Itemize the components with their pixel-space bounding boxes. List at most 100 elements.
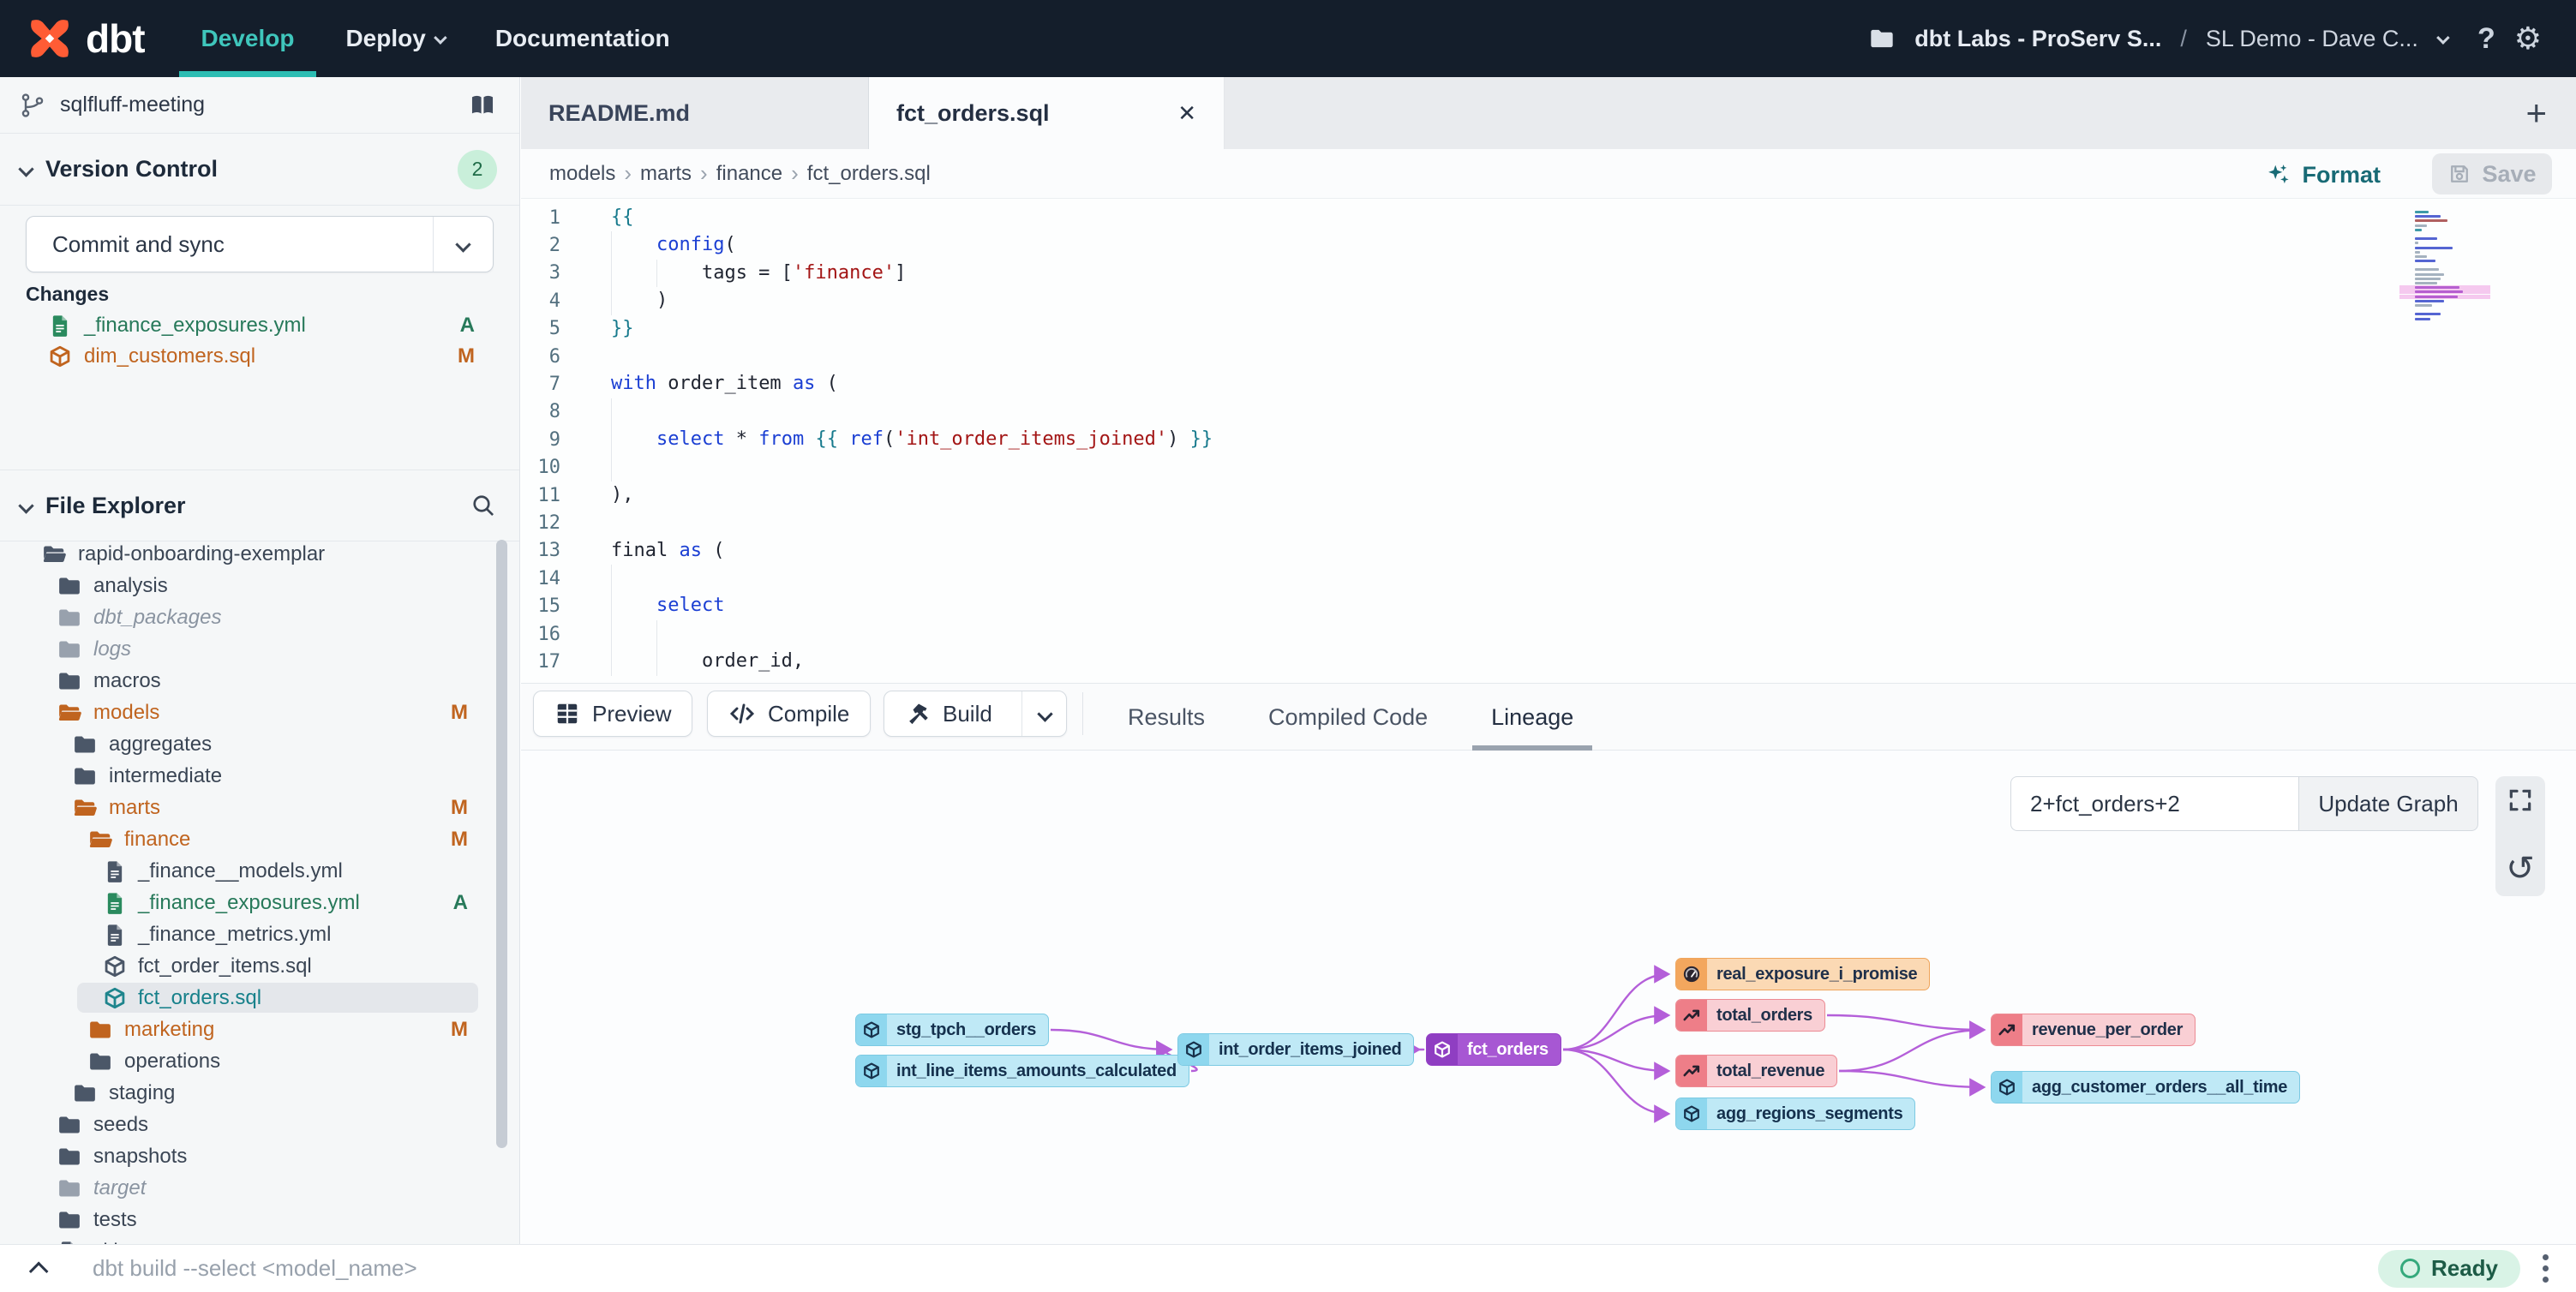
breadcrumb-segment[interactable]: finance	[716, 162, 782, 186]
tree-item-finance[interactable]: financeM	[0, 823, 519, 855]
sparkles-icon	[2266, 162, 2291, 188]
build-options-dropdown[interactable]	[1021, 691, 1051, 736]
minimap-bar	[2415, 229, 2422, 231]
panel-tab-compiled-code[interactable]: Compiled Code	[1261, 684, 1435, 751]
preview-button[interactable]: Preview	[533, 691, 692, 737]
tree-item-_finance_metrics.yml[interactable]: _finance_metrics.yml	[0, 918, 519, 950]
tree-item-tests[interactable]: tests	[0, 1204, 519, 1235]
project-name[interactable]: SL Demo - Dave C...	[2206, 26, 2418, 52]
token: (	[724, 234, 735, 255]
line-number: 10	[521, 457, 560, 478]
tree-item-aggregates[interactable]: aggregates	[0, 728, 519, 760]
lineage-node-fct_orders[interactable]: fct_orders	[1426, 1033, 1561, 1066]
tree-item-macros[interactable]: macros	[0, 665, 519, 697]
build-button[interactable]: Build	[884, 691, 1067, 737]
breadcrumb-segment[interactable]: models	[549, 162, 615, 186]
nav-item-documentation[interactable]: Documentation	[470, 0, 696, 77]
minimap-bar	[2415, 296, 2458, 298]
format-button[interactable]: Format	[2266, 156, 2381, 194]
tree-item-_finance__models.yml[interactable]: _finance__models.yml	[0, 855, 519, 887]
lineage-selector-input[interactable]	[2010, 776, 2298, 831]
code-text	[611, 509, 2576, 536]
token: ref	[849, 428, 884, 450]
tree-item-marketing[interactable]: marketingM	[0, 1014, 519, 1045]
tab-README.md[interactable]: README.md	[521, 77, 869, 149]
project-chevron-down-icon[interactable]	[2436, 31, 2450, 45]
reset-view-icon[interactable]: ↺	[2506, 852, 2535, 886]
docs-book-icon[interactable]	[468, 91, 497, 120]
tree-item-rapid-onboarding-exemplar[interactable]: rapid-onboarding-exemplar	[0, 538, 519, 570]
folder-icon	[57, 1144, 82, 1169]
git-branch-icon	[19, 92, 46, 119]
tree-item-_finance_exposures.yml[interactable]: _finance_exposures.ymlA	[0, 887, 519, 918]
fullscreen-icon[interactable]	[2507, 787, 2534, 814]
nav-item-develop[interactable]: Develop	[176, 0, 321, 77]
tree-item-seeds[interactable]: seeds	[0, 1109, 519, 1140]
git-status-badge: M	[458, 344, 475, 368]
lineage-node-stg_tpch__orders[interactable]: stg_tpch__orders	[855, 1014, 1049, 1046]
dbt-logo[interactable]: dbt	[0, 0, 176, 77]
new-tab-button[interactable]: +	[2525, 93, 2576, 134]
tree-item-gitignore[interactable]: gitignore	[0, 1235, 519, 1244]
code-editor[interactable]: 1{{2 config(3 tags = ['finance']4 )5}}67…	[521, 199, 2576, 683]
tree-item-models[interactable]: modelsM	[0, 697, 519, 728]
metric-chart-icon	[1676, 1056, 1707, 1086]
help-icon[interactable]: ?	[2477, 22, 2495, 56]
tree-item-fct_order_items.sql[interactable]: fct_order_items.sql	[0, 950, 519, 982]
lineage-node-agg_customer_orders__all_time[interactable]: agg_customer_orders__all_time	[1991, 1071, 2300, 1104]
line-number: 7	[521, 374, 560, 395]
tree-item-logs[interactable]: logs	[0, 633, 519, 665]
tree-item-analysis[interactable]: analysis	[0, 570, 519, 601]
command-input[interactable]	[93, 1255, 2378, 1282]
lineage-node-total_orders[interactable]: total_orders	[1675, 999, 1825, 1032]
tree-item-fct_orders.sql[interactable]: fct_orders.sql	[0, 982, 519, 1014]
lineage-node-label: total_orders	[1707, 1000, 1824, 1031]
file-explorer-header[interactable]: File Explorer	[0, 470, 519, 541]
kebab-menu-icon[interactable]	[2543, 1254, 2549, 1283]
line-number: 6	[521, 346, 560, 368]
lineage-node-total_revenue[interactable]: total_revenue	[1675, 1055, 1837, 1087]
account-name[interactable]: dbt Labs - ProServ S...	[1914, 26, 2161, 52]
commit-options-dropdown[interactable]	[433, 217, 493, 272]
tab-label: README.md	[548, 100, 690, 127]
tree-item-marts[interactable]: martsM	[0, 792, 519, 823]
tree-item-intermediate[interactable]: intermediate	[0, 760, 519, 792]
panel-tab-lineage[interactable]: Lineage	[1484, 684, 1580, 751]
lineage-edge	[1839, 1071, 1984, 1087]
save-button[interactable]: Save	[2432, 153, 2552, 194]
breadcrumb-separator: ›	[700, 160, 708, 187]
update-graph-button[interactable]: Update Graph	[2298, 776, 2478, 831]
breadcrumb-segment[interactable]: marts	[640, 162, 692, 186]
search-icon[interactable]	[470, 492, 497, 519]
code-text	[611, 398, 2576, 426]
tree-item-staging[interactable]: staging	[0, 1077, 519, 1109]
changed-file-row[interactable]: dim_customers.sqlM	[0, 341, 519, 372]
breadcrumb-segment[interactable]: fct_orders.sql	[807, 162, 931, 186]
gear-icon[interactable]: ⚙	[2514, 21, 2542, 57]
git-branch-row[interactable]: sqlfluff-meeting	[0, 77, 519, 134]
tree-item-dbt_packages[interactable]: dbt_packages	[0, 601, 519, 633]
compile-button[interactable]: Compile	[707, 691, 871, 737]
changes-label: Changes	[26, 283, 109, 306]
changed-file-row[interactable]: _finance_exposures.ymlA	[0, 310, 519, 341]
lineage-node-int_line_items_amounts_calculated[interactable]: int_line_items_amounts_calculated	[855, 1055, 1189, 1087]
code-text: with order_item as (	[611, 370, 2576, 398]
commit-and-sync-button[interactable]: Commit and sync	[26, 216, 494, 272]
lineage-edge	[1051, 1030, 1171, 1050]
chevron-up-icon[interactable]	[29, 1261, 49, 1281]
nav-item-deploy[interactable]: Deploy	[320, 0, 469, 77]
tab-fct_orders.sql[interactable]: fct_orders.sql✕	[869, 77, 1225, 149]
minimap-bar	[2415, 286, 2459, 289]
lineage-node-revenue_per_order[interactable]: revenue_per_order	[1991, 1014, 2196, 1046]
close-icon[interactable]: ✕	[1152, 100, 1196, 127]
lineage-node-agg_regions_segments[interactable]: agg_regions_segments	[1675, 1098, 1915, 1130]
version-control-header[interactable]: Version Control 2	[0, 134, 519, 206]
tree-item-target[interactable]: target	[0, 1172, 519, 1204]
lineage-node-real_exposure_i_promise[interactable]: real_exposure_i_promise	[1675, 958, 1930, 990]
tree-item-snapshots[interactable]: snapshots	[0, 1140, 519, 1172]
panel-tab-results[interactable]: Results	[1121, 684, 1212, 751]
lineage-node-int_order_items_joined[interactable]: int_order_items_joined	[1177, 1033, 1414, 1066]
tree-item-operations[interactable]: operations	[0, 1045, 519, 1077]
file-tree-scrollbar[interactable]	[496, 540, 507, 1148]
tree-item-label: macros	[93, 669, 161, 693]
